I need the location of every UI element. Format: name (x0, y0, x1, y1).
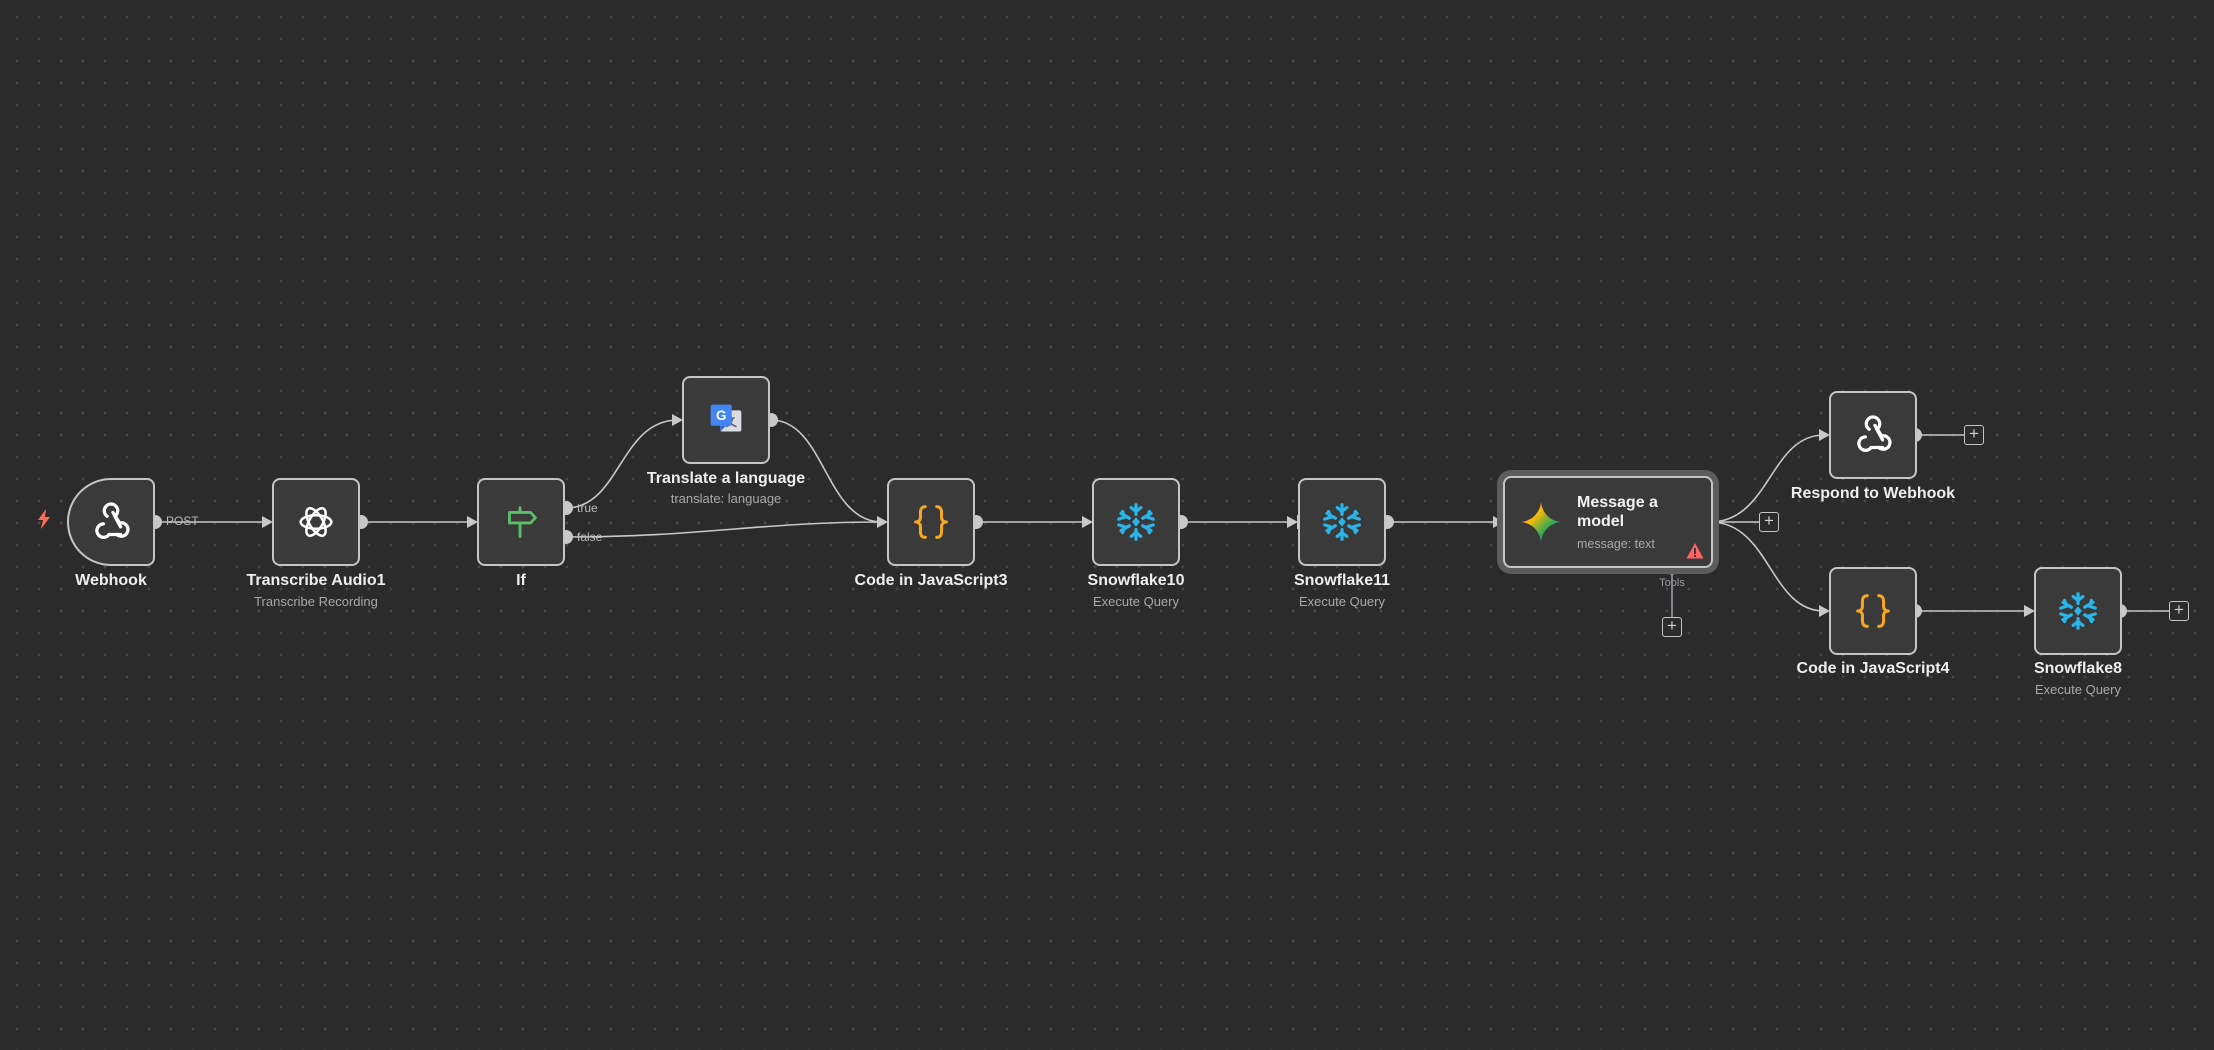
edge-label-post: POST (166, 514, 199, 528)
node-label-code4: Code in JavaScript4 (1796, 660, 1950, 677)
node-label-translate: Translate a language (646, 470, 806, 487)
google-translate-icon: G (710, 404, 742, 432)
snowflake-icon (1117, 503, 1155, 541)
add-node-after-snowflake8-button[interactable]: + (2169, 601, 2189, 621)
snowflake-icon (1323, 503, 1361, 541)
node-message-model[interactable]: Message a model message: text (1503, 476, 1713, 568)
node-message-text: Message a model message: text (1577, 493, 1677, 551)
node-subtitle-snowflake10: Execute Query (1093, 594, 1179, 609)
edge-if-false-code3 (565, 521, 883, 538)
node-subtitle-snowflake11: Execute Query (1299, 594, 1385, 609)
signpost-icon (508, 506, 537, 538)
node-subtitle-translate: translate: language (670, 491, 782, 506)
svg-text:G: G (716, 408, 726, 423)
workflow-canvas[interactable]: Webhook POST Transcribe Audio1 Transcrib… (0, 0, 2214, 1050)
arrow-snowflake11-input (1287, 516, 1298, 528)
braces-icon (914, 505, 948, 539)
edge-label-false: false (577, 530, 603, 544)
braces-icon (1856, 594, 1890, 628)
node-subtitle-transcribe: Transcribe Recording (254, 594, 378, 609)
node-label-snowflake10: Snowflake10 (1087, 572, 1185, 589)
snowflake-icon (2059, 592, 2097, 630)
node-transcribe-audio[interactable] (272, 478, 360, 566)
webhook-icon (95, 502, 130, 539)
webhook-icon (1857, 415, 1892, 452)
node-label-if: If (516, 572, 526, 589)
edge-message-code4 (1709, 521, 1825, 612)
node-code-javascript3[interactable] (887, 478, 975, 566)
node-snowflake10[interactable] (1092, 478, 1180, 566)
node-subtitle-snowflake8: Execute Query (2035, 682, 2121, 697)
node-translate[interactable]: G (682, 376, 770, 464)
node-label-snowflake8: Snowflake8 (2033, 660, 2123, 677)
add-node-after-respond-button[interactable]: + (1964, 425, 1984, 445)
node-label-respond: Respond to Webhook (1790, 485, 1956, 502)
lightning-bolt-icon (37, 509, 51, 535)
add-tool-button[interactable]: + (1662, 617, 1682, 637)
node-webhook[interactable] (67, 478, 155, 566)
node-label-snowflake11: Snowflake11 (1293, 572, 1391, 589)
node-snowflake11[interactable] (1298, 478, 1386, 566)
node-if[interactable] (477, 478, 565, 566)
edge-message-respond (1709, 434, 1825, 523)
node-label-code3: Code in JavaScript3 (854, 572, 1008, 589)
node-label-transcribe: Transcribe Audio1 (246, 572, 386, 589)
tools-label: Tools (1659, 577, 1685, 589)
node-snowflake8[interactable] (2034, 567, 2122, 655)
node-respond-webhook[interactable] (1829, 391, 1917, 479)
warning-triangle-icon[interactable] (1686, 542, 1704, 560)
openai-icon (299, 507, 333, 537)
node-subtitle-message: message: text (1577, 537, 1655, 551)
add-node-after-message-button[interactable]: + (1759, 512, 1779, 532)
edge-label-true: true (577, 501, 598, 515)
node-code-javascript4[interactable] (1829, 567, 1917, 655)
gemini-icon (1520, 501, 1562, 543)
node-label-message: Message a model (1577, 494, 1658, 530)
